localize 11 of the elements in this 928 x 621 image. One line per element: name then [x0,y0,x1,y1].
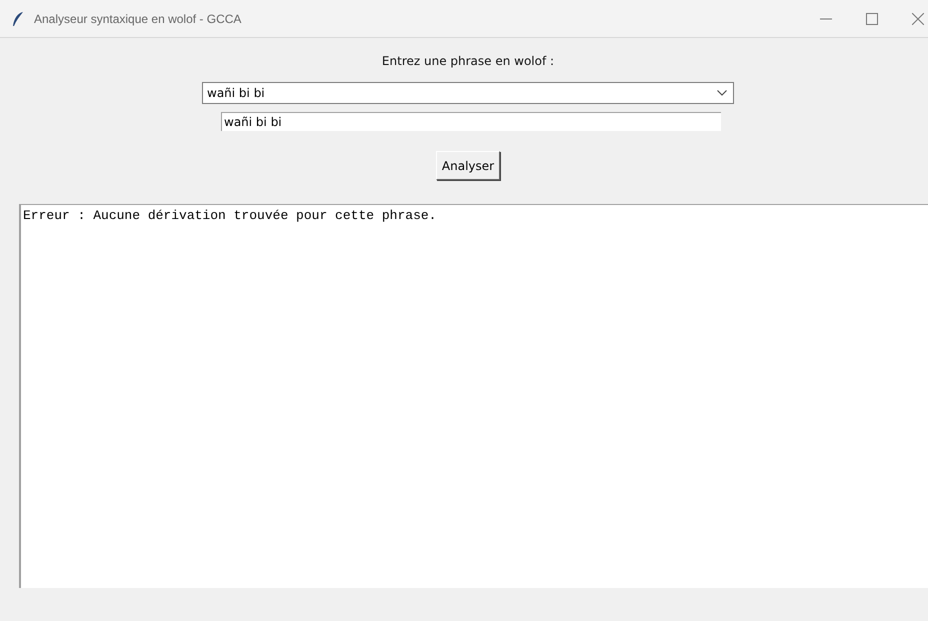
output-text: Erreur : Aucune dérivation trouvée pour cette phrase. [19,204,928,588]
feather-icon [12,10,24,26]
chevron-icon[interactable] [717,90,727,96]
analyze-button[interactable]: Analyser [436,151,500,180]
input-field[interactable]: wañi bi bi [221,112,721,131]
close-icon[interactable] [912,12,924,24]
prompt-label: Entrez une phrase en wolof : [382,54,554,68]
maximize-icon[interactable] [866,12,878,24]
minimize-icon[interactable] [820,18,832,20]
window-title: Analyseur syntaxique en wolof - GCCA [34,12,242,26]
sentence-combobox[interactable]: wañi bi bi [202,82,734,104]
